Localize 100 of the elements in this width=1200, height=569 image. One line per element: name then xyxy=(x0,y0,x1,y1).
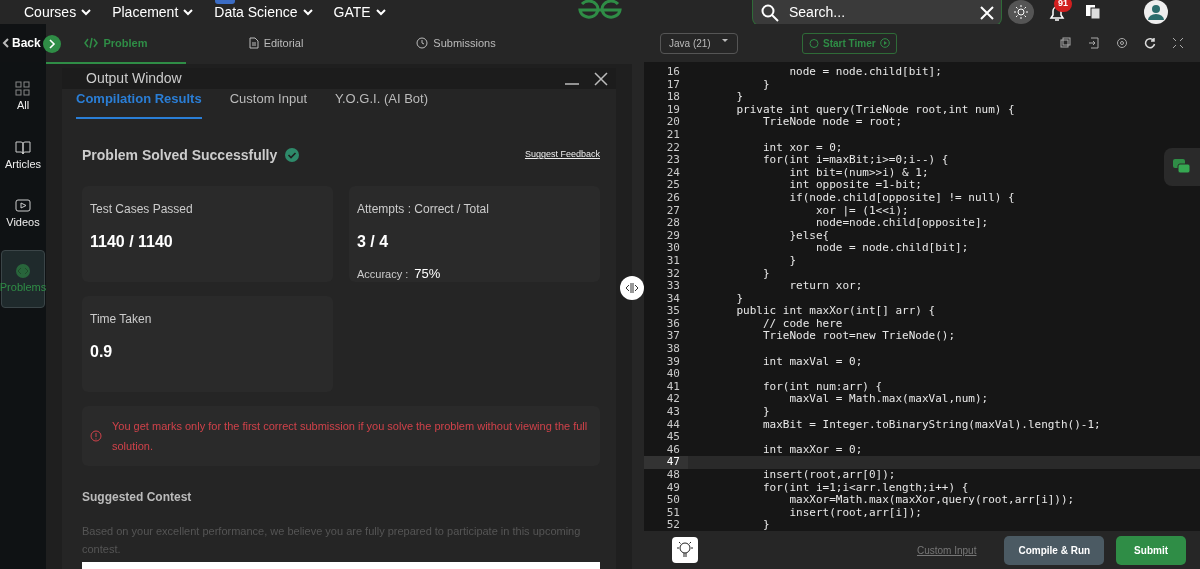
document-icon xyxy=(248,37,259,49)
code-line: int maxVal = 0; xyxy=(761,355,863,369)
reset-icon[interactable] xyxy=(1144,37,1156,49)
code-icon xyxy=(84,37,99,49)
code-line: insert(root,arr[i]); xyxy=(788,506,922,520)
expand-icon[interactable] xyxy=(43,35,61,53)
line-number: 25 xyxy=(665,179,681,192)
line-number: 32 xyxy=(665,267,681,281)
line-number: 45 xyxy=(665,431,681,444)
sidebar-item[interactable]: Articles xyxy=(1,132,45,179)
search-icon xyxy=(761,3,779,22)
code-line: int maxXor = 0; xyxy=(761,443,863,457)
line-number: 31 xyxy=(665,254,681,268)
sidebar-item[interactable]: Problems xyxy=(1,249,45,308)
line-number: 26 xyxy=(665,191,681,205)
import-icon[interactable] xyxy=(1088,37,1100,49)
tab[interactable]: Problem xyxy=(46,24,186,64)
feedback-link[interactable]: Suggest Feedback xyxy=(524,148,600,162)
chevron-left-icon xyxy=(2,38,10,48)
tab[interactable]: Y.O.G.I. (AI Bot) xyxy=(335,89,428,119)
search-box[interactable]: Search... xyxy=(752,0,1002,26)
chat-button[interactable] xyxy=(1164,148,1200,186)
line-number: 36 xyxy=(665,317,681,331)
bulb-icon[interactable] xyxy=(672,537,698,563)
code-line: return xor; xyxy=(788,280,863,293)
nav-menu[interactable]: GATE xyxy=(333,1,387,23)
avatar[interactable] xyxy=(1144,0,1168,24)
stat-title: Test Cases Passed xyxy=(90,200,194,218)
tab[interactable]: Editorial xyxy=(186,24,366,64)
code-line: } xyxy=(761,406,770,419)
stat-value: 0.9 xyxy=(90,341,114,362)
line-number: 19 xyxy=(665,103,681,117)
nav-menu[interactable]: Courses xyxy=(24,1,93,23)
search-field[interactable]: Search... xyxy=(787,1,972,24)
code-line: } xyxy=(735,91,744,104)
nav-menu[interactable]: Data Science xyxy=(214,1,314,23)
timer-button[interactable]: Start Timer xyxy=(802,32,897,54)
language-select[interactable]: Java (21) xyxy=(660,32,738,54)
tab[interactable]: Custom Input xyxy=(229,89,307,119)
code-line: int xor = 0; xyxy=(761,141,843,155)
sidebar-item[interactable]: All xyxy=(1,74,45,121)
submit-button[interactable]: Submit xyxy=(1116,535,1186,565)
tab[interactable]: Compilation Results xyxy=(76,89,202,119)
code-line: }else{ xyxy=(788,229,830,243)
line-number: 33 xyxy=(665,280,681,293)
line-number: 38 xyxy=(665,343,681,356)
code-line: for(int i=1;i<arr.length;i++) { xyxy=(761,481,969,495)
copy-icon[interactable] xyxy=(1060,37,1072,49)
line-number: 21 xyxy=(665,128,681,142)
code-line: int bit=(num>>i) & 1; xyxy=(788,166,929,180)
line-number: 20 xyxy=(665,116,681,129)
code-line: xor |= (1<<i); xyxy=(814,204,909,217)
code-line: for(int i=maxBit;i>=0;i--) { xyxy=(761,154,949,167)
code-line: node=node.child[opposite]; xyxy=(814,217,989,230)
code-line: } xyxy=(761,78,770,92)
code-line: TrieNode root=new TrieNode(); xyxy=(761,330,956,344)
code-line: node = node.child[bit]; xyxy=(788,66,942,79)
line-number: 16 xyxy=(665,66,681,79)
line-number: 35 xyxy=(665,305,681,318)
settings-icon[interactable] xyxy=(1116,37,1128,49)
chevron-down-icon xyxy=(182,7,195,17)
line-number: 30 xyxy=(665,242,681,255)
code-line: int opposite =1-bit; xyxy=(788,179,922,192)
code-line: for(int num:arr) { xyxy=(761,380,883,394)
stat-value: 3 / 4 xyxy=(357,231,390,252)
code-line: } xyxy=(788,254,797,268)
line-number: 34 xyxy=(665,292,681,306)
code-line: maxXor=Math.max(maxXor,query(root,arr[i])); xyxy=(788,494,1075,507)
book-icon xyxy=(15,139,31,156)
chevron-down-icon xyxy=(301,7,314,17)
compile-button[interactable]: Compile & Run xyxy=(1004,535,1105,565)
stat-value: 1140 / 1140 xyxy=(90,231,174,252)
code-line: maxBit = Integer.toBinaryString(maxVal).length()-1; xyxy=(761,418,1101,432)
line-number: 50 xyxy=(665,494,681,507)
clock-icon xyxy=(416,37,429,49)
line-number: 46 xyxy=(665,443,681,457)
check-circle-icon xyxy=(285,148,300,162)
tab[interactable]: Submissions xyxy=(366,24,546,64)
theme-toggle[interactable] xyxy=(1008,0,1034,24)
fullscreen-icon[interactable] xyxy=(1172,37,1184,49)
code-line: if(node.child[opposite] != null) { xyxy=(788,191,1015,205)
line-number: 43 xyxy=(665,406,681,419)
code-line: // code here xyxy=(761,317,843,331)
sidebar-item[interactable]: Videos xyxy=(1,191,45,238)
code-line: } xyxy=(761,519,770,531)
line-number: 51 xyxy=(665,506,681,520)
play-circle-icon xyxy=(879,38,890,48)
code-line: TrieNode node = root; xyxy=(761,116,903,129)
close-icon[interactable] xyxy=(594,71,608,86)
line-number: 37 xyxy=(665,330,681,344)
line-number: 39 xyxy=(665,355,681,369)
nav-menu[interactable]: Placement xyxy=(112,1,195,23)
line-number: 42 xyxy=(665,393,681,407)
notification-count: 91 xyxy=(1054,0,1072,12)
code-icon xyxy=(15,262,31,279)
warning-text: You get marks only for the first correct submission if you solve the problem without viewing the full solution. xyxy=(112,418,589,454)
grid-icon xyxy=(15,81,31,97)
stat-title: Attempts : Correct / Total xyxy=(357,200,490,218)
resize-handle[interactable] xyxy=(620,276,644,300)
stat-title: Time Taken xyxy=(90,310,153,328)
